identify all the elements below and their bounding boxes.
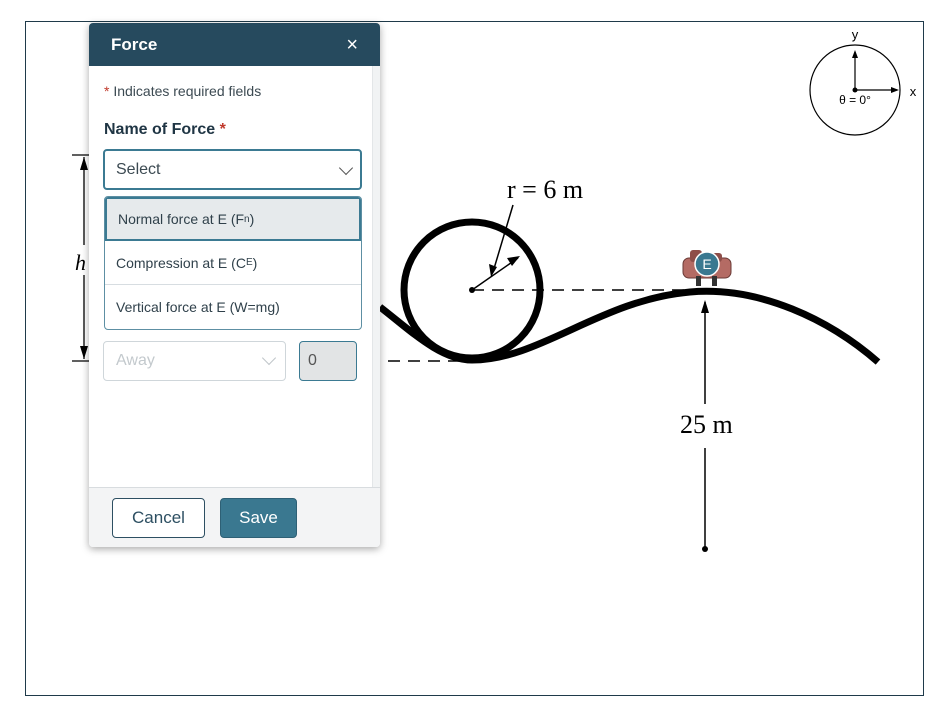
radius-label: r = 6 m bbox=[507, 175, 583, 204]
required-note: * Indicates required fields bbox=[104, 83, 262, 99]
coaster-cart: E bbox=[682, 250, 732, 286]
track bbox=[377, 287, 881, 365]
select-value: Select bbox=[116, 160, 161, 178]
option-compression[interactable]: Compression at E (C E) bbox=[105, 241, 361, 285]
force-dialog: Force × * Indicates required fields Name… bbox=[89, 23, 380, 547]
point-e-label: E bbox=[702, 256, 711, 272]
x-axis-label: x bbox=[910, 84, 917, 99]
dialog-body: * Indicates required fields Name of Forc… bbox=[89, 66, 373, 487]
save-button[interactable]: Save bbox=[220, 498, 297, 538]
axes-widget[interactable]: y x θ = 0° bbox=[809, 27, 917, 136]
name-of-force-label: Name of Force * bbox=[104, 121, 226, 138]
angle-readout: θ = 0° bbox=[839, 93, 871, 107]
option-vertical-force[interactable]: Vertical force at E (W=mg) bbox=[105, 285, 361, 329]
height-label: h bbox=[75, 250, 86, 275]
chevron-down-icon bbox=[338, 160, 354, 176]
dialog-scrollbar[interactable] bbox=[372, 66, 380, 487]
option-normal-force[interactable]: Normal force at E (F n) bbox=[105, 197, 361, 241]
cancel-button[interactable]: Cancel bbox=[112, 498, 205, 538]
force-name-select[interactable]: Select bbox=[103, 149, 362, 190]
close-icon[interactable]: × bbox=[346, 35, 358, 55]
angle-input[interactable]: 0 bbox=[299, 341, 357, 381]
distance-label: 25 m bbox=[680, 410, 733, 439]
direction-select[interactable]: Away bbox=[103, 341, 286, 381]
direction-placeholder: Away bbox=[116, 352, 155, 369]
y-axis-label: y bbox=[852, 27, 859, 42]
dialog-footer: Cancel Save bbox=[89, 487, 380, 547]
dialog-header: Force × bbox=[89, 23, 380, 66]
force-options-list: Normal force at E (F n) Compression at E … bbox=[104, 196, 362, 330]
chevron-down-icon bbox=[261, 350, 277, 366]
dialog-title: Force bbox=[111, 34, 158, 54]
